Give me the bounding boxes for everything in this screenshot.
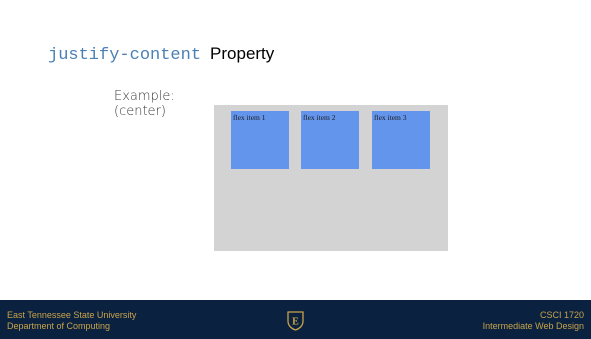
example-label: Example: [114, 89, 175, 104]
example-value: (center) [114, 104, 166, 119]
footer-course-code: CSCI 1720 [539, 310, 584, 320]
etsu-shield-icon: E [287, 311, 304, 331]
footer-department: Department of Computing [7, 321, 111, 331]
footer-right: CSCI 1720 Intermediate Web Design [483, 310, 584, 332]
slide: justify-content Property Example: (cente… [0, 0, 591, 339]
flex-item-1: flex item 1 [231, 111, 289, 169]
footer-course-name: Intermediate Web Design [482, 321, 584, 331]
footer-left: East Tennessee State University Departme… [7, 310, 136, 332]
slide-title: justify-content Property [48, 44, 274, 68]
example-caption: Example: (center) [114, 89, 175, 119]
flex-item-3: flex item 3 [372, 111, 430, 169]
flex-item-2: flex item 2 [301, 111, 359, 169]
title-word: Property [210, 44, 275, 63]
flex-demo-container: flex item 1 flex item 2 flex item 3 [214, 105, 448, 251]
title-code: justify-content [48, 46, 202, 65]
footer-university: East Tennessee State University [7, 310, 137, 320]
logo-letter: E [292, 317, 299, 328]
